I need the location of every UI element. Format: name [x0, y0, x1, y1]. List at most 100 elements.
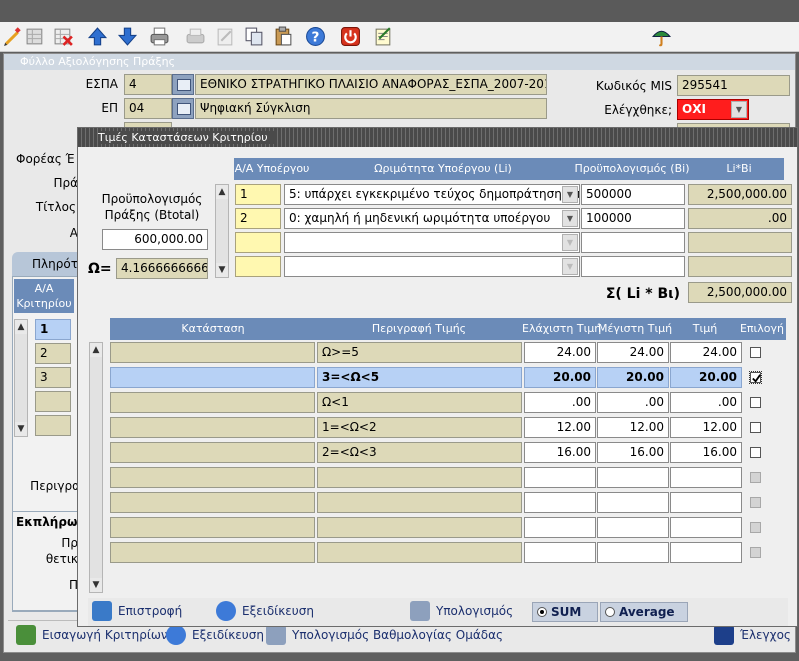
value-cell[interactable]: .00 — [670, 392, 742, 413]
value-description-cell[interactable] — [317, 542, 522, 563]
state-cell[interactable] — [110, 467, 315, 488]
arrow-down-icon[interactable] — [116, 25, 139, 48]
delete-record-icon[interactable] — [52, 25, 75, 48]
subproject-scrollbar[interactable]: ▲ ▼ — [215, 184, 229, 278]
selection-checkbox[interactable] — [750, 497, 761, 508]
check-button[interactable]: Έλεγχος — [714, 625, 791, 645]
value-description-cell[interactable]: 2=<Ω<3 — [317, 442, 522, 463]
group-score-button[interactable]: Υπολογισμός Βαθμολογίας Ομάδας — [266, 625, 503, 645]
max-value-cell[interactable]: 24.00 — [597, 342, 669, 363]
average-radio[interactable]: Average — [600, 602, 688, 622]
criterion-row[interactable] — [35, 415, 71, 436]
value-description-cell[interactable] — [317, 517, 522, 538]
min-value-cell[interactable]: 20.00 — [524, 367, 596, 388]
maturity-select[interactable]: 5: υπάρχει εγκεκριμένο τεύχος δημοπράτησ… — [284, 184, 580, 205]
criteria-scrollbar[interactable]: ▲ ▼ — [14, 319, 28, 437]
max-value-cell[interactable] — [597, 517, 669, 538]
ep-lov-button[interactable] — [172, 98, 194, 119]
notes-icon[interactable] — [372, 25, 395, 48]
subproject-aa-cell[interactable] — [235, 256, 281, 277]
min-value-cell[interactable] — [524, 467, 596, 488]
back-button[interactable]: Επιστροφή — [92, 601, 182, 621]
specialize-button[interactable]: Εξειδίκευση — [216, 601, 314, 621]
criterion-row[interactable] — [35, 391, 71, 412]
selection-checkbox[interactable] — [750, 422, 761, 433]
selection-checkbox[interactable] — [750, 522, 761, 533]
value-cell[interactable]: 24.00 — [670, 342, 742, 363]
max-value-cell[interactable]: .00 — [597, 392, 669, 413]
budget-bi-cell[interactable] — [581, 256, 685, 277]
maturity-select[interactable]: 0: χαμηλή ή μηδενική ωριμότητα υποέργου ▼ — [284, 208, 580, 229]
criterion-row[interactable]: 3 — [35, 367, 71, 388]
value-cell[interactable] — [670, 517, 742, 538]
value-cell[interactable]: 16.00 — [670, 442, 742, 463]
state-cell[interactable] — [110, 492, 315, 513]
budget-bi-cell[interactable]: 100000 — [581, 208, 685, 229]
maturity-select[interactable]: ▼ — [284, 232, 580, 253]
max-value-cell[interactable] — [597, 542, 669, 563]
state-cell[interactable] — [110, 542, 315, 563]
tab-plirotita[interactable]: Πληρότη — [12, 252, 86, 276]
budget-total-field[interactable]: 600,000.00 — [102, 229, 208, 250]
selection-checkbox[interactable] — [750, 547, 761, 558]
maturity-select[interactable]: ▼ — [284, 256, 580, 277]
insert-criteria-button[interactable]: Εισαγωγή Κριτηρίων — [16, 625, 168, 645]
value-cell[interactable]: 12.00 — [670, 417, 742, 438]
criterion-row[interactable]: 2 — [35, 343, 71, 364]
paste-icon[interactable] — [272, 25, 295, 48]
value-description-cell[interactable] — [317, 492, 522, 513]
checked-select[interactable]: ΟΧΙ ▼ — [677, 99, 749, 120]
sum-radio[interactable]: SUM — [532, 602, 598, 622]
chevron-down-icon[interactable]: ▼ — [731, 101, 747, 118]
value-description-cell[interactable]: 3=<Ω<5 — [317, 367, 522, 388]
subproject-aa-cell[interactable]: 2 — [235, 208, 281, 229]
umbrella-icon[interactable] — [650, 25, 673, 48]
selection-checkbox-checked[interactable] — [749, 371, 762, 384]
state-cell[interactable] — [110, 417, 315, 438]
value-description-cell[interactable] — [317, 467, 522, 488]
arrow-up-icon[interactable] — [86, 25, 109, 48]
value-cell[interactable] — [670, 492, 742, 513]
selection-checkbox[interactable] — [750, 447, 761, 458]
min-value-cell[interactable] — [524, 517, 596, 538]
calculate-button[interactable]: Υπολογισμός — [410, 601, 513, 621]
help-icon[interactable]: ? — [304, 25, 327, 48]
subproject-aa-cell[interactable] — [235, 232, 281, 253]
max-value-cell[interactable]: 20.00 — [597, 367, 669, 388]
exit-power-icon[interactable] — [339, 25, 362, 48]
print-icon[interactable] — [148, 25, 171, 48]
back-specialize-button[interactable]: Εξειδίκευση — [166, 625, 264, 645]
max-value-cell[interactable]: 16.00 — [597, 442, 669, 463]
state-cell[interactable] — [110, 392, 315, 413]
selection-checkbox[interactable] — [750, 472, 761, 483]
min-value-cell[interactable]: 12.00 — [524, 417, 596, 438]
state-cell[interactable] — [110, 367, 315, 388]
state-cell[interactable] — [110, 517, 315, 538]
value-description-cell[interactable]: Ω>=5 — [317, 342, 522, 363]
min-value-cell[interactable]: 16.00 — [524, 442, 596, 463]
value-cell[interactable]: 20.00 — [670, 367, 742, 388]
states-scrollbar[interactable]: ▲ ▼ — [89, 342, 103, 593]
edit-pencil-icon[interactable] — [1, 25, 24, 48]
state-cell[interactable] — [110, 442, 315, 463]
selection-checkbox[interactable] — [750, 397, 761, 408]
insert-record-icon[interactable] — [24, 25, 47, 48]
value-cell[interactable] — [670, 467, 742, 488]
min-value-cell[interactable] — [524, 492, 596, 513]
min-value-cell[interactable]: 24.00 — [524, 342, 596, 363]
max-value-cell[interactable] — [597, 467, 669, 488]
state-cell[interactable] — [110, 342, 315, 363]
max-value-cell[interactable]: 12.00 — [597, 417, 669, 438]
value-cell[interactable] — [670, 542, 742, 563]
min-value-cell[interactable]: .00 — [524, 392, 596, 413]
espa-lov-button[interactable] — [172, 74, 194, 95]
criterion-row[interactable]: 1 — [35, 319, 71, 340]
value-description-cell[interactable]: Ω<1 — [317, 392, 522, 413]
min-value-cell[interactable] — [524, 542, 596, 563]
budget-bi-cell[interactable] — [581, 232, 685, 253]
selection-checkbox[interactable] — [750, 347, 761, 358]
subproject-aa-cell[interactable]: 1 — [235, 184, 281, 205]
max-value-cell[interactable] — [597, 492, 669, 513]
copy-icon[interactable] — [243, 25, 266, 48]
value-description-cell[interactable]: 1=<Ω<2 — [317, 417, 522, 438]
